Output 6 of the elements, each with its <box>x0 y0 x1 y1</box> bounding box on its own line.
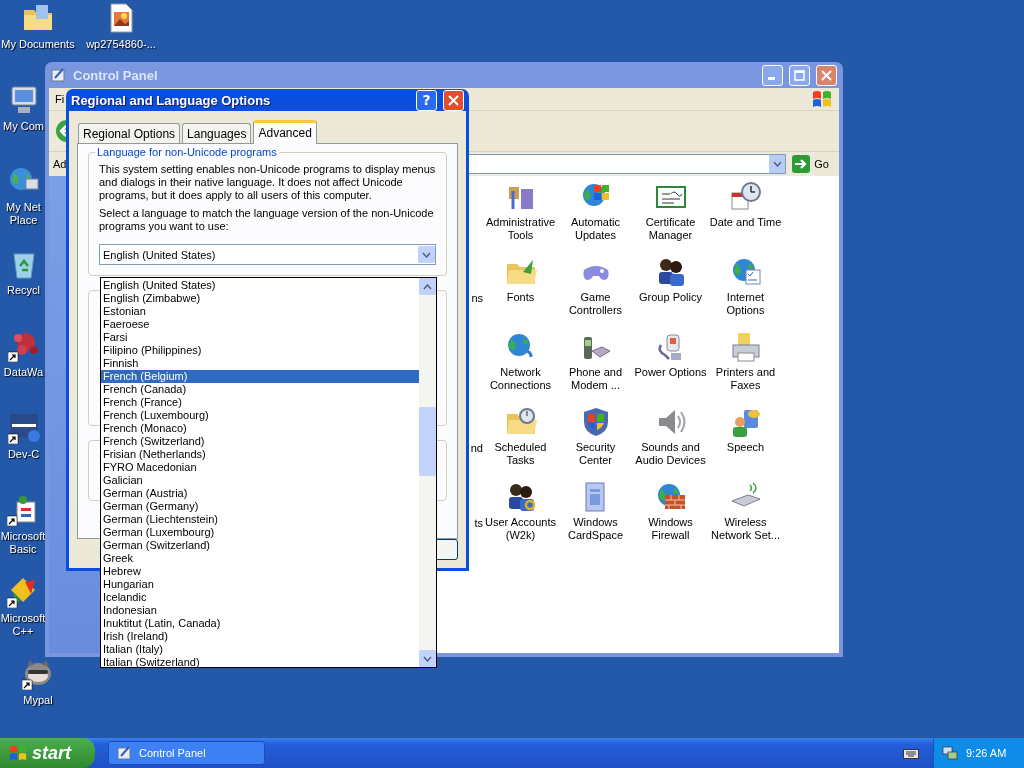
dialog-title: Regional and Language Options <box>71 92 272 108</box>
description-text: This system setting enables non-Unicode programs to display menus and dialogs in their native language. It does not affect Unicode programs, but it does apply to all users of this computer. <box>99 163 436 202</box>
instruction-text: Select a language to match the language version of the non-Unicode programs you want to use: <box>99 207 435 233</box>
address-label: Ad <box>53 158 67 170</box>
window-title: Control Panel <box>73 67 159 83</box>
group-title: Language for non-Unicode programs <box>95 146 279 158</box>
